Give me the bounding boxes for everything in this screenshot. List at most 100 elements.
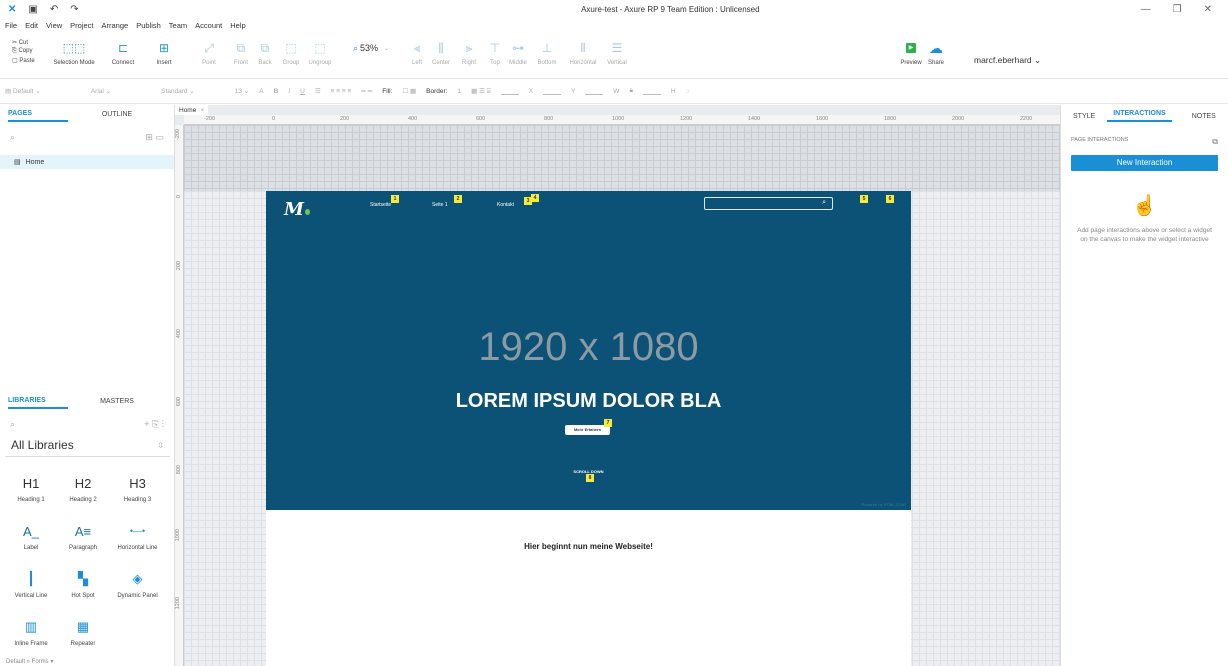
add-icon[interactable]: + <box>144 419 149 429</box>
weight-select[interactable]: Standard ⌄ <box>161 87 195 95</box>
search-icon[interactable]: ⌕ <box>10 419 15 430</box>
note-marker[interactable]: 6 <box>886 195 894 203</box>
tab-libraries[interactable]: LIBRARIES <box>8 397 68 409</box>
menu-team[interactable]: Team <box>169 21 187 30</box>
new-interaction-button[interactable]: New Interaction <box>1071 155 1218 171</box>
widget-horizontal-line[interactable]: •—• Horizontal Line <box>110 515 165 551</box>
add-page-icon[interactable]: ⊞ <box>145 132 153 142</box>
align-bottom-button[interactable]: ⊥ Bottom <box>530 33 564 66</box>
bold-icon[interactable]: B <box>274 88 279 95</box>
restore-button[interactable]: ❐ <box>1173 4 1182 15</box>
align-center-button[interactable]: ⫼ Center <box>428 33 454 67</box>
menu-file[interactable]: File <box>5 21 17 30</box>
import-icon[interactable]: ⎘ <box>152 419 159 429</box>
tab-outline[interactable]: OUTLINE <box>68 111 166 121</box>
line-style-icon[interactable]: ═ ═ <box>361 88 372 95</box>
canvas-tab-home[interactable]: Home × <box>175 105 209 115</box>
menu-view[interactable]: View <box>46 21 62 30</box>
x-field[interactable] <box>500 87 519 95</box>
align-right-button[interactable]: ⫸ Right <box>454 33 484 67</box>
fill-color-swatch[interactable]: ☐ ▩ <box>402 87 416 95</box>
zoom-select[interactable]: ⌕ 53% ⌄ <box>336 33 406 57</box>
note-marker[interactable]: 1 <box>391 195 399 203</box>
widget-label[interactable]: A_ Label <box>6 515 56 552</box>
note-marker[interactable]: 2 <box>454 195 462 203</box>
back-button[interactable]: ⧉ Back <box>252 33 278 67</box>
nav-startseite[interactable]: Startseite <box>370 202 391 208</box>
menu-help[interactable]: Help <box>230 21 245 30</box>
front-button[interactable]: ⧉ Front <box>230 33 252 67</box>
border-color-icon[interactable]: ▦ ☰ ⌸ <box>471 87 490 96</box>
menu-project[interactable]: Project <box>70 21 93 30</box>
copy-button[interactable]: ⎘ Copy <box>12 48 42 55</box>
interaction-settings-icon[interactable]: ⧉ <box>1212 137 1218 147</box>
menu-edit[interactable]: Edit <box>25 21 38 30</box>
menu-account[interactable]: Account <box>195 21 222 30</box>
menu-arrange[interactable]: Arrange <box>102 21 129 30</box>
more-icon[interactable]: ⋮ <box>162 419 164 429</box>
widget-vertical-line[interactable]: ┃ Vertical Line <box>6 563 56 599</box>
visibility-icon[interactable]: ◌ <box>686 88 690 95</box>
align-middle-button[interactable]: ⊶ Middle <box>506 33 530 66</box>
y-field[interactable] <box>542 87 561 95</box>
search-icon[interactable]: ⌕ <box>10 132 15 143</box>
underline-icon[interactable]: U <box>300 88 305 95</box>
preview-button[interactable]: ▶ Preview <box>898 33 924 66</box>
italic-icon[interactable]: I <box>288 88 290 95</box>
insert-button[interactable]: ⊞ Insert <box>140 33 188 66</box>
border-width-field[interactable]: 1 <box>458 88 462 95</box>
tab-masters[interactable]: MASTERS <box>68 398 166 408</box>
minimize-button[interactable]: — <box>1141 4 1151 15</box>
widget-repeater[interactable]: ▦ Repeater <box>58 611 108 647</box>
cut-button[interactable]: ✂ Cut <box>12 39 42 46</box>
widget-inline-frame[interactable]: ▥ Inline Frame <box>6 611 56 647</box>
align-left-button[interactable]: ⫷ Left <box>406 33 428 67</box>
point-button[interactable]: ⤢ Point <box>188 33 230 67</box>
page-item-home[interactable]: ▤ Home <box>0 155 174 169</box>
ungroup-button[interactable]: ⬚ Ungroup <box>304 33 336 66</box>
tab-pages[interactable]: PAGES <box>8 110 68 122</box>
lock-icon[interactable]: 🔒︎ <box>629 87 632 95</box>
font-size-select[interactable]: 13 ⌄ <box>235 87 250 95</box>
library-select[interactable]: All Libraries ⇳ <box>5 434 170 457</box>
page-mockup[interactable]: M Startseite 1 Seite 1 2 Kontakt 3 4 ⌕ 5… <box>266 191 911 666</box>
share-button[interactable]: ☁ Share <box>924 33 948 67</box>
library-footer[interactable]: Default » Forms ▾ <box>6 658 53 665</box>
nav-seite-1[interactable]: Seite 1 <box>432 202 448 208</box>
hero-section[interactable]: M Startseite 1 Seite 1 2 Kontakt 3 4 ⌕ 5… <box>266 191 911 510</box>
distribute-horizontal-button[interactable]: ⫴ Horizontal <box>564 33 602 67</box>
widget-dynamic-panel[interactable]: ◈ Dynamic Panel <box>110 563 165 599</box>
tab-style[interactable]: STYLE <box>1067 113 1101 120</box>
redo-icon[interactable]: ↷ <box>70 4 78 15</box>
selection-mode-button[interactable]: ⬚⬚ Selection Mode <box>42 33 106 66</box>
distribute-vertical-button[interactable]: ☰ Vertical <box>602 33 632 66</box>
style-select[interactable]: ▤ Default ⌄ <box>5 87 41 95</box>
tab-notes[interactable]: NOTES <box>1186 113 1222 120</box>
mockup-search-box[interactable]: ⌕ <box>704 197 833 210</box>
font-select[interactable]: Arial ⌄ <box>91 87 111 95</box>
widget-heading-2[interactable]: H2 Heading 2 <box>58 467 108 504</box>
align-text-icon[interactable]: ≡ ≡ ≡ ≡ <box>331 88 352 95</box>
w-field[interactable] <box>585 87 604 95</box>
close-button[interactable]: ✕ <box>1204 4 1212 15</box>
align-top-button[interactable]: ⊤ Top <box>484 33 506 66</box>
bullet-list-icon[interactable]: ☰ <box>315 87 321 95</box>
logo[interactable]: M <box>284 199 310 220</box>
font-color-icon[interactable]: A <box>259 88 263 95</box>
h-field[interactable] <box>642 87 661 95</box>
menu-publish[interactable]: Publish <box>136 21 161 30</box>
nav-kontakt[interactable]: Kontakt <box>497 202 514 208</box>
widget-heading-1[interactable]: H1 Heading 1 <box>6 467 56 504</box>
content-section[interactable]: Hier beginnt nun meine Webseite! <box>266 510 911 666</box>
widget-paragraph[interactable]: A≡ Paragraph <box>58 515 108 552</box>
note-marker[interactable]: 7 <box>604 419 612 427</box>
note-marker[interactable]: 5 <box>860 195 868 203</box>
connect-button[interactable]: ⊏ Connect <box>106 33 140 66</box>
tab-interactions[interactable]: INTERACTIONS <box>1107 110 1172 122</box>
close-icon[interactable]: × <box>200 107 204 114</box>
account-menu[interactable]: marcf.eberhard ⌄ <box>974 33 1041 66</box>
widget-heading-3[interactable]: H3 Heading 3 <box>110 467 165 504</box>
note-marker[interactable]: 8 <box>586 474 594 482</box>
group-button[interactable]: ⬚ Group <box>278 33 304 66</box>
widget-hot-spot[interactable]: ▚ Hot Spot <box>58 563 108 599</box>
